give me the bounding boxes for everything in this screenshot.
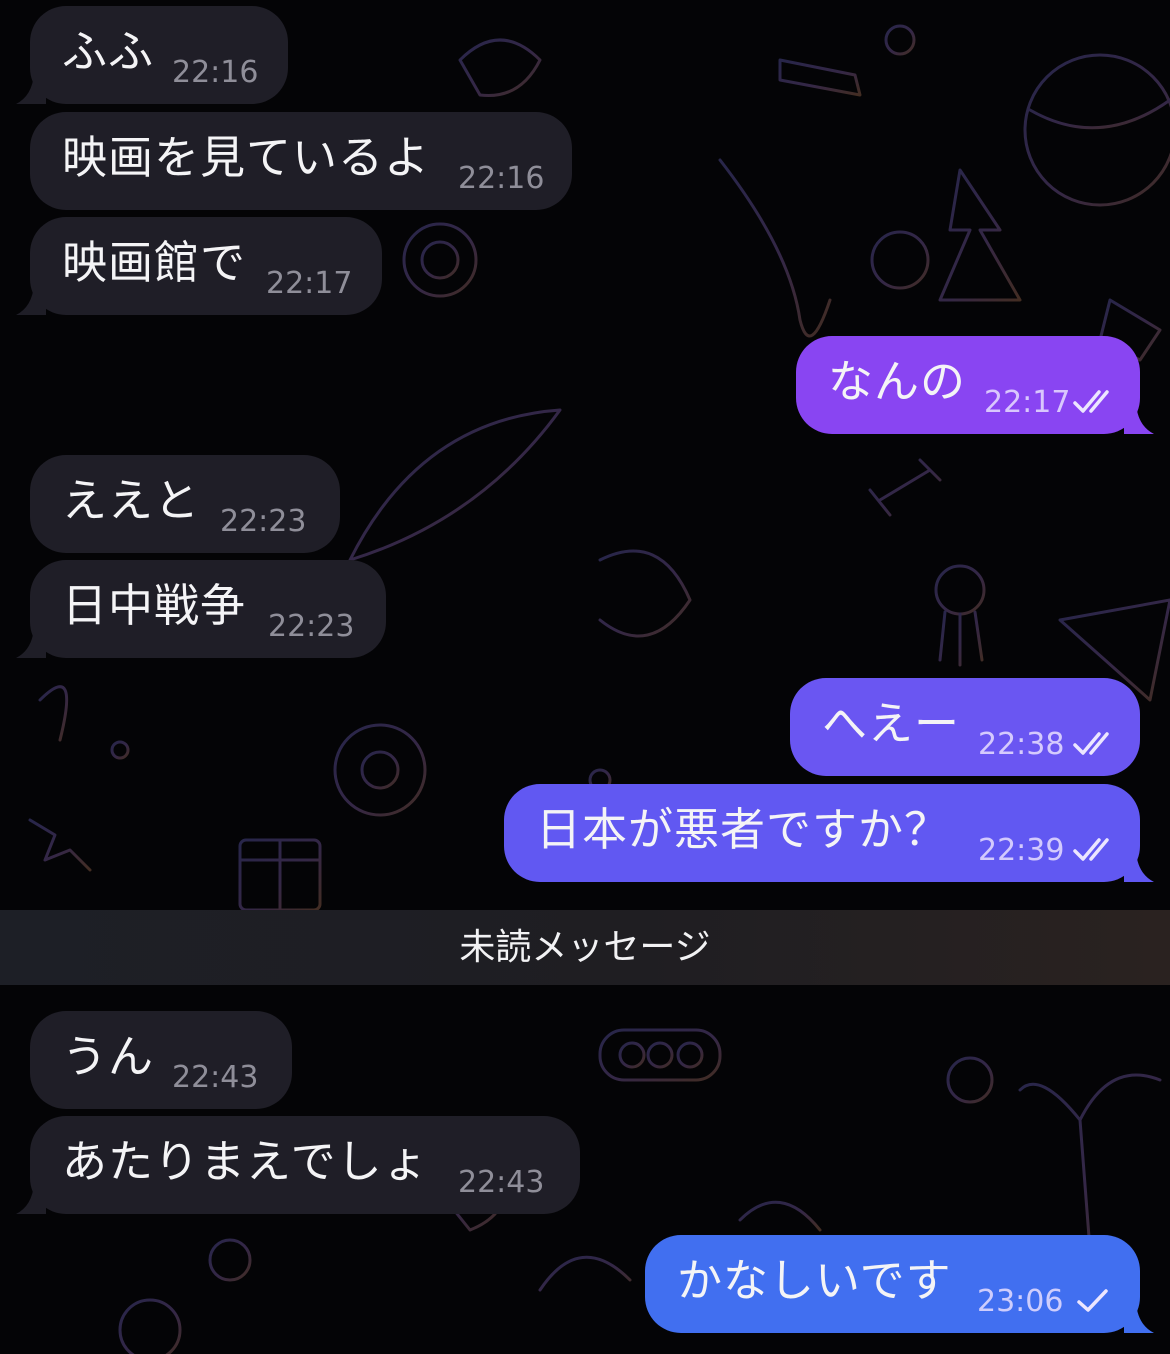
unread-messages-divider: 未読メッセージ: [0, 910, 1170, 985]
message-timestamp: 22:43: [458, 1165, 545, 1200]
message-timestamp: 22:39: [978, 833, 1065, 868]
message-timestamp: 22:43: [172, 1060, 259, 1095]
message-timestamp: 22:38: [978, 727, 1065, 762]
bubble-tail-incoming: [16, 628, 46, 658]
double-check-read-icon: [1073, 732, 1109, 755]
message-bubble-incoming[interactable]: ふふ 22:16: [16, 6, 288, 104]
message-text: へえー: [822, 697, 961, 750]
bubble-tail-incoming: [16, 285, 46, 315]
message-text: なんの: [828, 355, 967, 408]
message-timestamp: 22:23: [268, 609, 355, 644]
message-bubble-outgoing[interactable]: 日本が悪者ですか？ 22:39: [504, 784, 1154, 882]
message-timestamp: 22:16: [172, 55, 259, 90]
message-text: かなしいです: [677, 1254, 952, 1307]
message-timestamp: 22:16: [458, 161, 545, 196]
message-timestamp: 22:17: [266, 266, 353, 301]
message-text: 日中戦争: [62, 579, 247, 632]
double-check-read-icon: [1073, 390, 1109, 413]
message-text: 映画館で: [62, 236, 247, 289]
message-bubble-outgoing[interactable]: へえー 22:38: [790, 678, 1140, 776]
message-bubble-incoming[interactable]: ええと 22:23: [30, 455, 340, 553]
double-check-read-icon: [1073, 838, 1109, 861]
message-bubble-incoming[interactable]: 映画を見ているよ 22:16: [30, 112, 572, 210]
message-bubble-incoming[interactable]: 日中戦争 22:23: [16, 560, 386, 658]
message-timestamp: 22:17: [984, 385, 1071, 420]
message-text: 映画を見ているよ: [62, 131, 431, 184]
message-text: あたりまえでしょ: [62, 1135, 429, 1188]
unread-messages-label: 未読メッセージ: [459, 927, 711, 968]
message-text: 日本が悪者ですか？: [536, 803, 951, 856]
message-text: ふふ: [62, 25, 155, 78]
single-check-sent-icon: [1077, 1289, 1108, 1312]
bubble-tail-outgoing: [1124, 404, 1154, 434]
message-text: ええと: [62, 474, 201, 527]
bubble-tail-incoming: [16, 74, 46, 104]
message-text: うん: [62, 1030, 155, 1083]
message-timestamp: 22:23: [220, 504, 307, 539]
message-bubble-incoming[interactable]: うん 22:43: [30, 1011, 292, 1109]
bubble-tail-incoming: [16, 1184, 46, 1214]
message-timestamp: 23:06: [977, 1284, 1064, 1319]
bubble-tail-outgoing: [1124, 852, 1154, 882]
bubble-tail-outgoing: [1124, 1303, 1154, 1333]
message-bubble-incoming[interactable]: 映画館で 22:17: [16, 217, 382, 315]
message-bubble-outgoing[interactable]: なんの 22:17: [796, 336, 1154, 434]
message-bubble-outgoing[interactable]: かなしいです 23:06: [645, 1235, 1154, 1333]
message-bubble-incoming[interactable]: あたりまえでしょ 22:43: [16, 1116, 580, 1214]
